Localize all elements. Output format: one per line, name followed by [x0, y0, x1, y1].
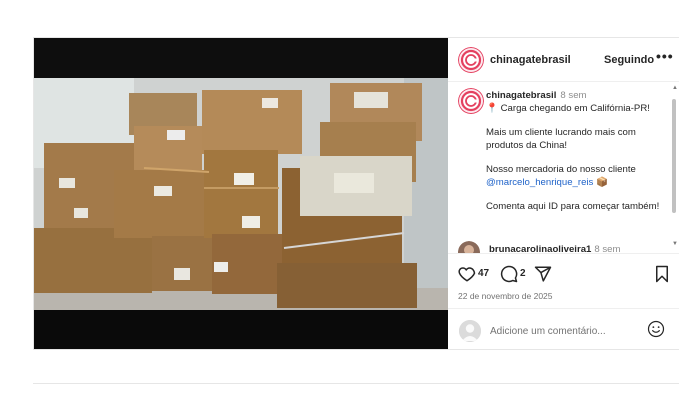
page-divider — [33, 383, 679, 384]
comment-username[interactable]: brunacarolinaoliveira1 — [489, 244, 591, 253]
mention-link[interactable]: @marcelo_henrique_reis — [486, 177, 593, 188]
comment-time: 8 sem — [594, 244, 621, 253]
post-caption: chinagatebrasil 8 sem 📍 Carga chegando em… — [486, 90, 666, 214]
caption-line-4: Comenta aqui ID para começar também! — [486, 201, 660, 212]
like-count[interactable]: 47 — [478, 268, 489, 279]
caption-line-2: Mais um cliente lucrando mais com produt… — [486, 127, 636, 151]
scroll-up-arrow-icon[interactable]: ▲ — [672, 85, 678, 91]
user-avatar-icon — [459, 320, 481, 342]
post-username[interactable]: chinagatebrasil — [490, 54, 571, 66]
smiley-icon[interactable] — [647, 320, 665, 338]
post-header: chinagatebrasil Seguindo ••• — [448, 38, 679, 82]
post-panel: chinagatebrasil Seguindo ••• chinagatebr… — [448, 38, 679, 349]
chinagate-logo-icon[interactable] — [458, 88, 484, 114]
commenter-avatar[interactable] — [458, 241, 480, 253]
boxes-photo — [34, 38, 448, 349]
post-actions: 47 2 22 de novembro de 2025 — [448, 253, 679, 349]
comment-item: brunacarolinaoliveira1 8 sem — [489, 244, 621, 253]
bookmark-icon[interactable] — [654, 265, 670, 283]
comments-section: chinagatebrasil 8 sem 📍 Carga chegando em… — [448, 83, 679, 253]
post-image[interactable] — [34, 38, 448, 349]
comment-bubble-icon[interactable] — [500, 265, 518, 283]
caption-line-3-prefix: Nosso mercadoria do nosso cliente — [486, 164, 636, 175]
scroll-down-arrow-icon[interactable]: ▼ — [672, 241, 678, 247]
caption-username[interactable]: chinagatebrasil — [486, 90, 556, 101]
more-dots-icon[interactable]: ••• — [656, 48, 674, 64]
chinagate-logo-icon[interactable] — [458, 47, 484, 73]
caption-line-1: 📍 Carga chegando em Califórnia-PR! — [486, 102, 650, 114]
scrollbar-thumb[interactable] — [672, 99, 676, 213]
caption-line-3: Nosso mercadoria do nosso cliente @marcel… — [486, 164, 666, 189]
add-comment-input[interactable] — [490, 324, 640, 338]
post-date: 22 de novembro de 2025 — [458, 291, 553, 301]
paper-plane-icon[interactable] — [534, 265, 552, 283]
following-button[interactable]: Seguindo — [604, 54, 654, 66]
caption-time: 8 sem — [560, 90, 587, 101]
box-emoji: 📦 — [593, 176, 608, 188]
heart-icon[interactable] — [458, 265, 476, 283]
comment-count[interactable]: 2 — [520, 268, 526, 279]
add-comment-bar — [448, 308, 679, 350]
instagram-post: chinagatebrasil Seguindo ••• chinagatebr… — [33, 37, 679, 350]
